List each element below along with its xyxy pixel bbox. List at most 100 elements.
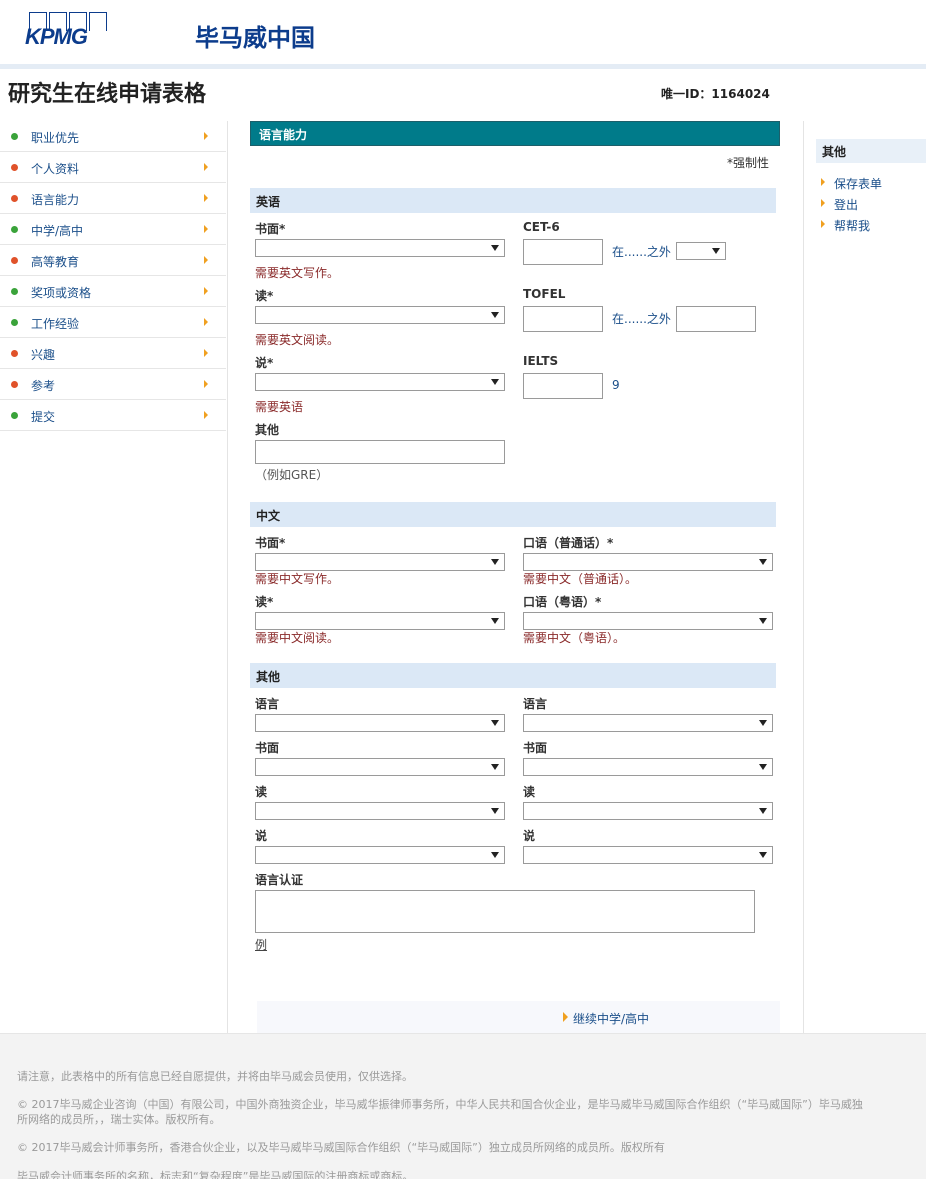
- sidebar-item-awards[interactable]: 奖项或资格: [0, 276, 226, 307]
- footer-trademark: 毕马威会计师事务所的名称，标志和“复杂程度”是毕马威国际的注册商标或商标。: [17, 1170, 414, 1179]
- site-header: KPMG 毕马威中国: [0, 0, 926, 64]
- other-reading-label: 读: [255, 785, 268, 799]
- chevron-right-icon: [204, 132, 208, 140]
- other-reading-select[interactable]: [255, 802, 505, 820]
- help-label: 帮帮我: [834, 219, 871, 233]
- chinese-written-select[interactable]: [255, 553, 505, 571]
- english-other-hint: （例如GRE）: [255, 468, 329, 482]
- logout-label: 登出: [834, 198, 859, 212]
- footer-copyright-2: © 2017毕马威会计师事务所，香港合伙企业，以及毕马威毕马威国际合作组织（“毕…: [17, 1141, 665, 1154]
- chevron-right-icon: [204, 318, 208, 326]
- sidebar-item-label: 中学/高中: [31, 224, 84, 238]
- footer-copyright-1-cont: 所网络的成员所，，瑞士实体。版权所有。: [17, 1113, 221, 1126]
- sidebar-item-language[interactable]: 语言能力: [0, 183, 226, 214]
- sidebar-item-high-school[interactable]: 中学/高中: [0, 214, 226, 245]
- sidebar-item-work-experience[interactable]: 工作经验: [0, 307, 226, 338]
- dropdown-arrow-icon: [491, 379, 499, 385]
- other-speaking-label-2: 说: [523, 829, 536, 843]
- ielts-score-input[interactable]: [523, 373, 603, 399]
- english-reading-error: 需要英文阅读。: [255, 333, 340, 347]
- footer-copyright-1: © 2017毕马威企业咨询（中国）有限公司，中国外商独资企业，毕马威华振律师事务…: [17, 1098, 863, 1111]
- sidebar-item-label: 工作经验: [31, 317, 80, 331]
- ielts-label: IELTS: [523, 354, 559, 368]
- cantonese-select[interactable]: [523, 612, 773, 630]
- status-dot-icon: [11, 288, 18, 295]
- ielts-max-score: 9: [612, 378, 620, 392]
- english-heading: 英语: [250, 188, 776, 213]
- status-dot-icon: [11, 350, 18, 357]
- sidebar-item-career-priority[interactable]: 职业优先: [0, 121, 226, 152]
- dropdown-arrow-icon: [759, 852, 767, 858]
- page-title: 研究生在线申请表格: [8, 82, 207, 107]
- english-other-input[interactable]: [255, 440, 505, 464]
- site-footer: 请注意，此表格中的所有信息已经自愿提供，并将由毕马威会员使用，仅供选择。 © 2…: [0, 1033, 926, 1179]
- example-link[interactable]: 例: [255, 936, 267, 953]
- english-written-select[interactable]: [255, 239, 505, 257]
- mandarin-select[interactable]: [523, 553, 773, 571]
- other-language-select[interactable]: [255, 714, 505, 732]
- kpmg-logo[interactable]: KPMG: [25, 12, 109, 49]
- chinese-reading-select[interactable]: [255, 612, 505, 630]
- cet6-within-select[interactable]: [676, 242, 726, 260]
- other-speaking-label: 说: [255, 829, 268, 843]
- other-written-select[interactable]: [255, 758, 505, 776]
- chevron-right-icon: [821, 220, 825, 228]
- dropdown-arrow-icon: [712, 248, 720, 254]
- sidebar-item-label: 语言能力: [31, 193, 80, 207]
- other-heading: 其他: [250, 663, 776, 688]
- dropdown-arrow-icon: [491, 852, 499, 858]
- chinese-written-error: 需要中文写作。: [255, 572, 340, 586]
- language-certification-textarea[interactable]: [255, 890, 755, 933]
- dropdown-arrow-icon: [491, 808, 499, 814]
- dropdown-arrow-icon: [491, 245, 499, 251]
- chevron-right-icon: [821, 178, 825, 186]
- tofel-score-input[interactable]: [523, 306, 603, 332]
- sidebar-item-label: 兴趣: [31, 348, 56, 362]
- dropdown-arrow-icon: [759, 764, 767, 770]
- tofel-label: TOFEL: [523, 287, 566, 301]
- sidebar-item-references[interactable]: 参考: [0, 369, 226, 400]
- sidebar-item-label: 个人资料: [31, 162, 80, 176]
- continue-link[interactable]: 继续中学/高中: [573, 1010, 649, 1027]
- other-speaking-select[interactable]: [255, 846, 505, 864]
- other-written-select-2[interactable]: [523, 758, 773, 776]
- english-written-error: 需要英文写作。: [255, 266, 340, 280]
- english-reading-select[interactable]: [255, 306, 505, 324]
- other-reading-select-2[interactable]: [523, 802, 773, 820]
- other-language-select-2[interactable]: [523, 714, 773, 732]
- logo-text: KPMG: [25, 24, 88, 49]
- sidebar-item-label: 提交: [31, 410, 56, 424]
- sidebar-item-personal-info[interactable]: 个人资料: [0, 152, 226, 183]
- sidebar-item-label: 职业优先: [31, 131, 80, 145]
- status-dot-icon: [11, 319, 18, 326]
- cet6-score-input[interactable]: [523, 239, 603, 265]
- right-panel-title: 其他: [816, 139, 926, 163]
- chevron-right-icon: [204, 349, 208, 357]
- status-dot-icon: [11, 381, 18, 388]
- english-speaking-error: 需要英语: [255, 400, 304, 414]
- english-speaking-select[interactable]: [255, 373, 505, 391]
- unique-id: 唯一ID：1164024: [661, 87, 770, 101]
- sidebar-item-higher-education[interactable]: 高等教育: [0, 245, 226, 276]
- sidebar-item-interests[interactable]: 兴趣: [0, 338, 226, 369]
- dropdown-arrow-icon: [491, 720, 499, 726]
- continue-bar: 继续中学/高中: [257, 1001, 780, 1033]
- sidebar-item-label: 奖项或资格: [31, 286, 92, 300]
- sidebar-item-label: 高等教育: [31, 255, 80, 269]
- dropdown-arrow-icon: [759, 559, 767, 565]
- other-speaking-select-2[interactable]: [523, 846, 773, 864]
- chevron-right-icon: [563, 1012, 568, 1022]
- save-form-label: 保存表单: [834, 177, 883, 191]
- sidebar-item-submit[interactable]: 提交: [0, 400, 226, 431]
- english-reading-label: 读*: [255, 289, 274, 303]
- chevron-right-icon: [204, 411, 208, 419]
- section-header: 语言能力: [250, 121, 780, 146]
- other-language-label: 语言: [255, 697, 280, 711]
- cet6-within-label: 在......之外: [612, 245, 671, 259]
- english-other-label: 其他: [255, 423, 280, 437]
- footer-disclaimer: 请注意，此表格中的所有信息已经自愿提供，并将由毕马威会员使用，仅供选择。: [17, 1070, 413, 1083]
- tofel-within-input[interactable]: [676, 306, 756, 332]
- chevron-right-icon: [204, 287, 208, 295]
- status-dot-icon: [11, 257, 18, 264]
- chinese-written-label: 书面*: [255, 536, 286, 550]
